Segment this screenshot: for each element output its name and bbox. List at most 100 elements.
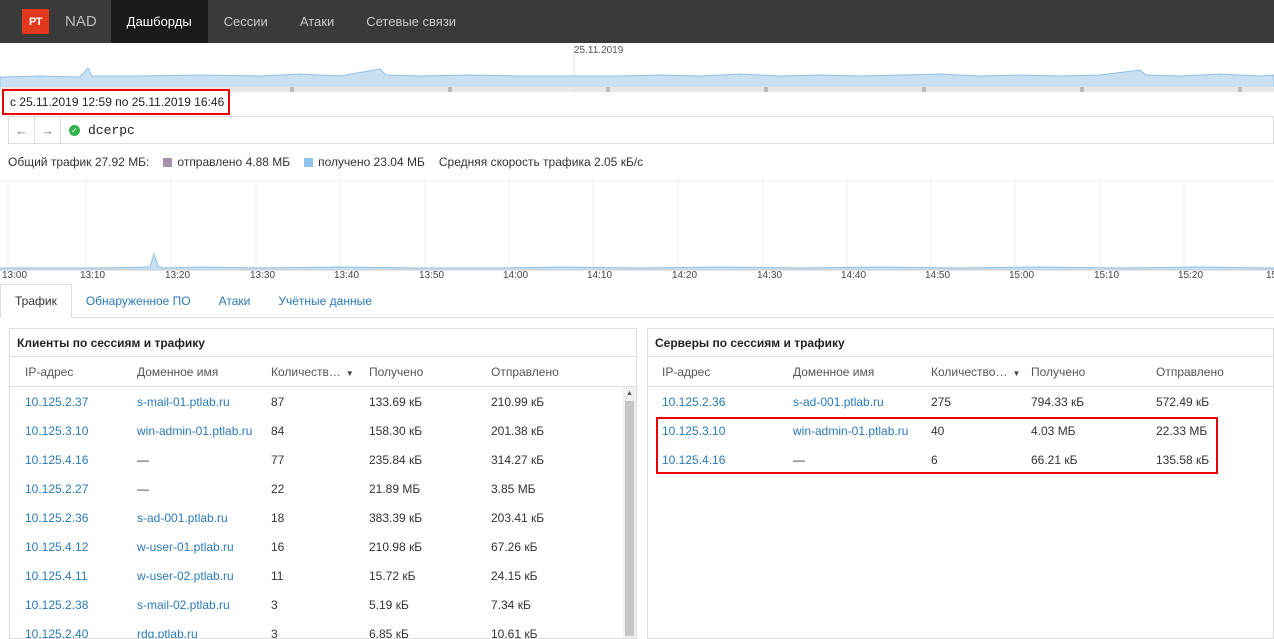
col-count[interactable]: Количество… ▼ [931, 365, 1031, 379]
clients-table: IP-адрес Доменное имя Количеств… ▼ Получе… [10, 357, 636, 639]
cell-domain[interactable]: rdg.ptlab.ru [137, 627, 271, 639]
cell-count: 16 [271, 539, 285, 554]
sort-desc-icon: ▼ [345, 368, 354, 378]
arrow-left-icon: ← [15, 122, 28, 138]
cell-received: 6.85 кБ [369, 626, 409, 639]
cell-sent: 24.15 кБ [491, 568, 538, 583]
traffic-chart[interactable] [0, 179, 1274, 282]
col-ip[interactable]: IP-адрес [648, 365, 793, 379]
cell-count: 22 [271, 481, 285, 496]
timeline-chart[interactable] [0, 43, 1274, 93]
nav-attacks[interactable]: Атаки [284, 0, 350, 43]
cell-domain[interactable]: s-ad-001.ptlab.ru [137, 511, 271, 525]
traffic-stats: Общий трафик 27.92 МБ: отправлено 4.88 М… [8, 155, 643, 169]
traffic-chart-svg[interactable] [0, 179, 1274, 282]
clients-scrollbar[interactable]: ▲ ▼ [623, 387, 636, 638]
tab-traffic[interactable]: Трафик [0, 284, 72, 318]
cell-sent: 3.85 МБ [491, 481, 536, 496]
table-row[interactable]: 10.125.2.38 s-mail-02.ptlab.ru 3 5.19 кБ 7.3… [10, 590, 636, 619]
col-received[interactable]: Получено [369, 365, 491, 379]
cell-count: 275 [931, 394, 952, 409]
cell-sent: 67.26 кБ [491, 539, 538, 554]
table-row[interactable]: 10.125.4.11 w-user-02.ptlab.ru 11 15.72 кБ 2… [10, 561, 636, 590]
table-row[interactable]: 10.125.4.16— 77 235.84 кБ 314.27 кБ [10, 445, 636, 474]
cell-received: 21.89 МБ [369, 481, 421, 496]
cell-count: 3 [271, 597, 278, 612]
forward-button[interactable]: → [35, 117, 61, 143]
col-received[interactable]: Получено [1031, 365, 1156, 379]
scroll-thumb[interactable] [625, 401, 634, 636]
sent-traffic: отправлено 4.88 МБ [177, 155, 291, 169]
col-domain[interactable]: Доменное имя [793, 365, 931, 379]
nav-network-links[interactable]: Сетевые связи [350, 0, 472, 43]
axis-tick-label: 14:40 [841, 270, 867, 281]
cell-domain[interactable]: w-user-02.ptlab.ru [137, 569, 271, 583]
cell-sent: 314.27 кБ [491, 452, 545, 467]
cell-count: 77 [271, 452, 285, 467]
table-row[interactable]: 10.125.2.37 s-mail-01.ptlab.ru 87 133.69 кБ… [10, 387, 636, 416]
table-row[interactable]: 10.125.2.36 s-ad-001.ptlab.ru 18 383.39 кБ 2… [10, 503, 636, 532]
table-row[interactable]: 10.125.2.27— 22 21.89 МБ 3.85 МБ [10, 474, 636, 503]
cell-sent: 201.38 кБ [491, 423, 545, 438]
col-sent[interactable]: Отправлено [1156, 365, 1266, 379]
axis-tick-label: 15 [1266, 270, 1274, 281]
axis-tick-label: 13:10 [80, 270, 106, 281]
average-speed: Средняя скорость трафика 2.05 кБ/с [438, 155, 644, 169]
cell-ip[interactable]: 10.125.4.11 [10, 569, 137, 583]
cell-received: 235.84 кБ [369, 452, 423, 467]
table-row[interactable]: 10.125.2.36 s-ad-001.ptlab.ru 275 794.33 кБ… [648, 387, 1273, 416]
axis-tick-label: 14:20 [672, 270, 698, 281]
table-row[interactable]: 10.125.3.10 win-admin-01.ptlab.ru 84 158.30… [10, 416, 636, 445]
nav-sessions[interactable]: Сессии [208, 0, 284, 43]
filter-bar: ← → ✓ [8, 116, 1274, 144]
back-button[interactable]: ← [9, 117, 35, 143]
tab-detected-software[interactable]: Обнаруженное ПО [72, 284, 205, 317]
cell-domain[interactable]: win-admin-01.ptlab.ru [137, 424, 271, 438]
timeline-date-label: 25.11.2019 [574, 45, 624, 56]
cell-ip[interactable]: 10.125.2.36 [648, 395, 793, 409]
cell-received: 5.19 кБ [369, 597, 409, 612]
axis-tick-label: 13:20 [165, 270, 191, 281]
cell-domain[interactable]: s-mail-02.ptlab.ru [137, 598, 271, 612]
col-ip[interactable]: IP-адрес [10, 365, 137, 379]
cell-ip[interactable]: 10.125.2.40 [10, 627, 137, 639]
tab-credentials[interactable]: Учётные данные [264, 284, 386, 317]
servers-table-header: IP-адрес Доменное имя Количество… ▼ Получ… [648, 357, 1273, 387]
timeline-overview[interactable]: 25.11.2019 [0, 43, 1274, 93]
scroll-up-icon[interactable]: ▲ [623, 387, 636, 399]
sent-legend-swatch [163, 157, 173, 167]
cell-ip[interactable]: 10.125.2.37 [10, 395, 137, 409]
cell-domain[interactable]: w-user-01.ptlab.ru [137, 540, 271, 554]
cell-ip[interactable]: 10.125.3.10 [10, 424, 137, 438]
cell-sent: 10.61 кБ [491, 626, 538, 639]
cell-ip[interactable]: 10.125.2.27 [10, 482, 137, 496]
cell-ip[interactable]: 10.125.2.36 [10, 511, 137, 525]
clients-panel: Клиенты по сессиям и трафику IP-адрес До… [9, 328, 637, 639]
axis-tick-label: 14:10 [587, 270, 613, 281]
cell-ip[interactable]: 10.125.2.38 [10, 598, 137, 612]
cell-count: 18 [271, 510, 285, 525]
axis-tick-label: 13:50 [419, 270, 445, 281]
col-domain[interactable]: Доменное имя [137, 365, 271, 379]
col-sent[interactable]: Отправлено [491, 365, 601, 379]
cell-ip[interactable]: 10.125.4.16 [10, 453, 137, 467]
nav-dashboards[interactable]: Дашборды [110, 0, 208, 43]
filter-query-input[interactable] [88, 122, 988, 138]
axis-tick-label: 13:40 [334, 270, 360, 281]
col-count-label: Количеств… [271, 364, 341, 379]
pt-logo[interactable]: PT [22, 9, 49, 34]
cell-domain[interactable]: s-mail-01.ptlab.ru [137, 395, 271, 409]
table-row[interactable]: 10.125.2.40 rdg.ptlab.ru 3 6.85 кБ 10.61 кБ [10, 619, 636, 639]
table-row[interactable]: 10.125.4.12 w-user-01.ptlab.ru 16 210.98 кБ… [10, 532, 636, 561]
col-count[interactable]: Количеств… ▼ [271, 365, 369, 379]
axis-tick-label: 15:10 [1094, 270, 1120, 281]
cell-received: 158.30 кБ [369, 423, 423, 438]
cell-ip[interactable]: 10.125.4.12 [10, 540, 137, 554]
cell-received: 133.69 кБ [369, 394, 423, 409]
cell-sent: 7.34 кБ [491, 597, 531, 612]
axis-tick-label: 14:00 [503, 270, 529, 281]
col-count-label: Количество… [931, 364, 1008, 379]
tab-attacks[interactable]: Атаки [205, 284, 265, 317]
cell-domain[interactable]: s-ad-001.ptlab.ru [793, 395, 931, 409]
axis-tick-label: 14:30 [757, 270, 783, 281]
